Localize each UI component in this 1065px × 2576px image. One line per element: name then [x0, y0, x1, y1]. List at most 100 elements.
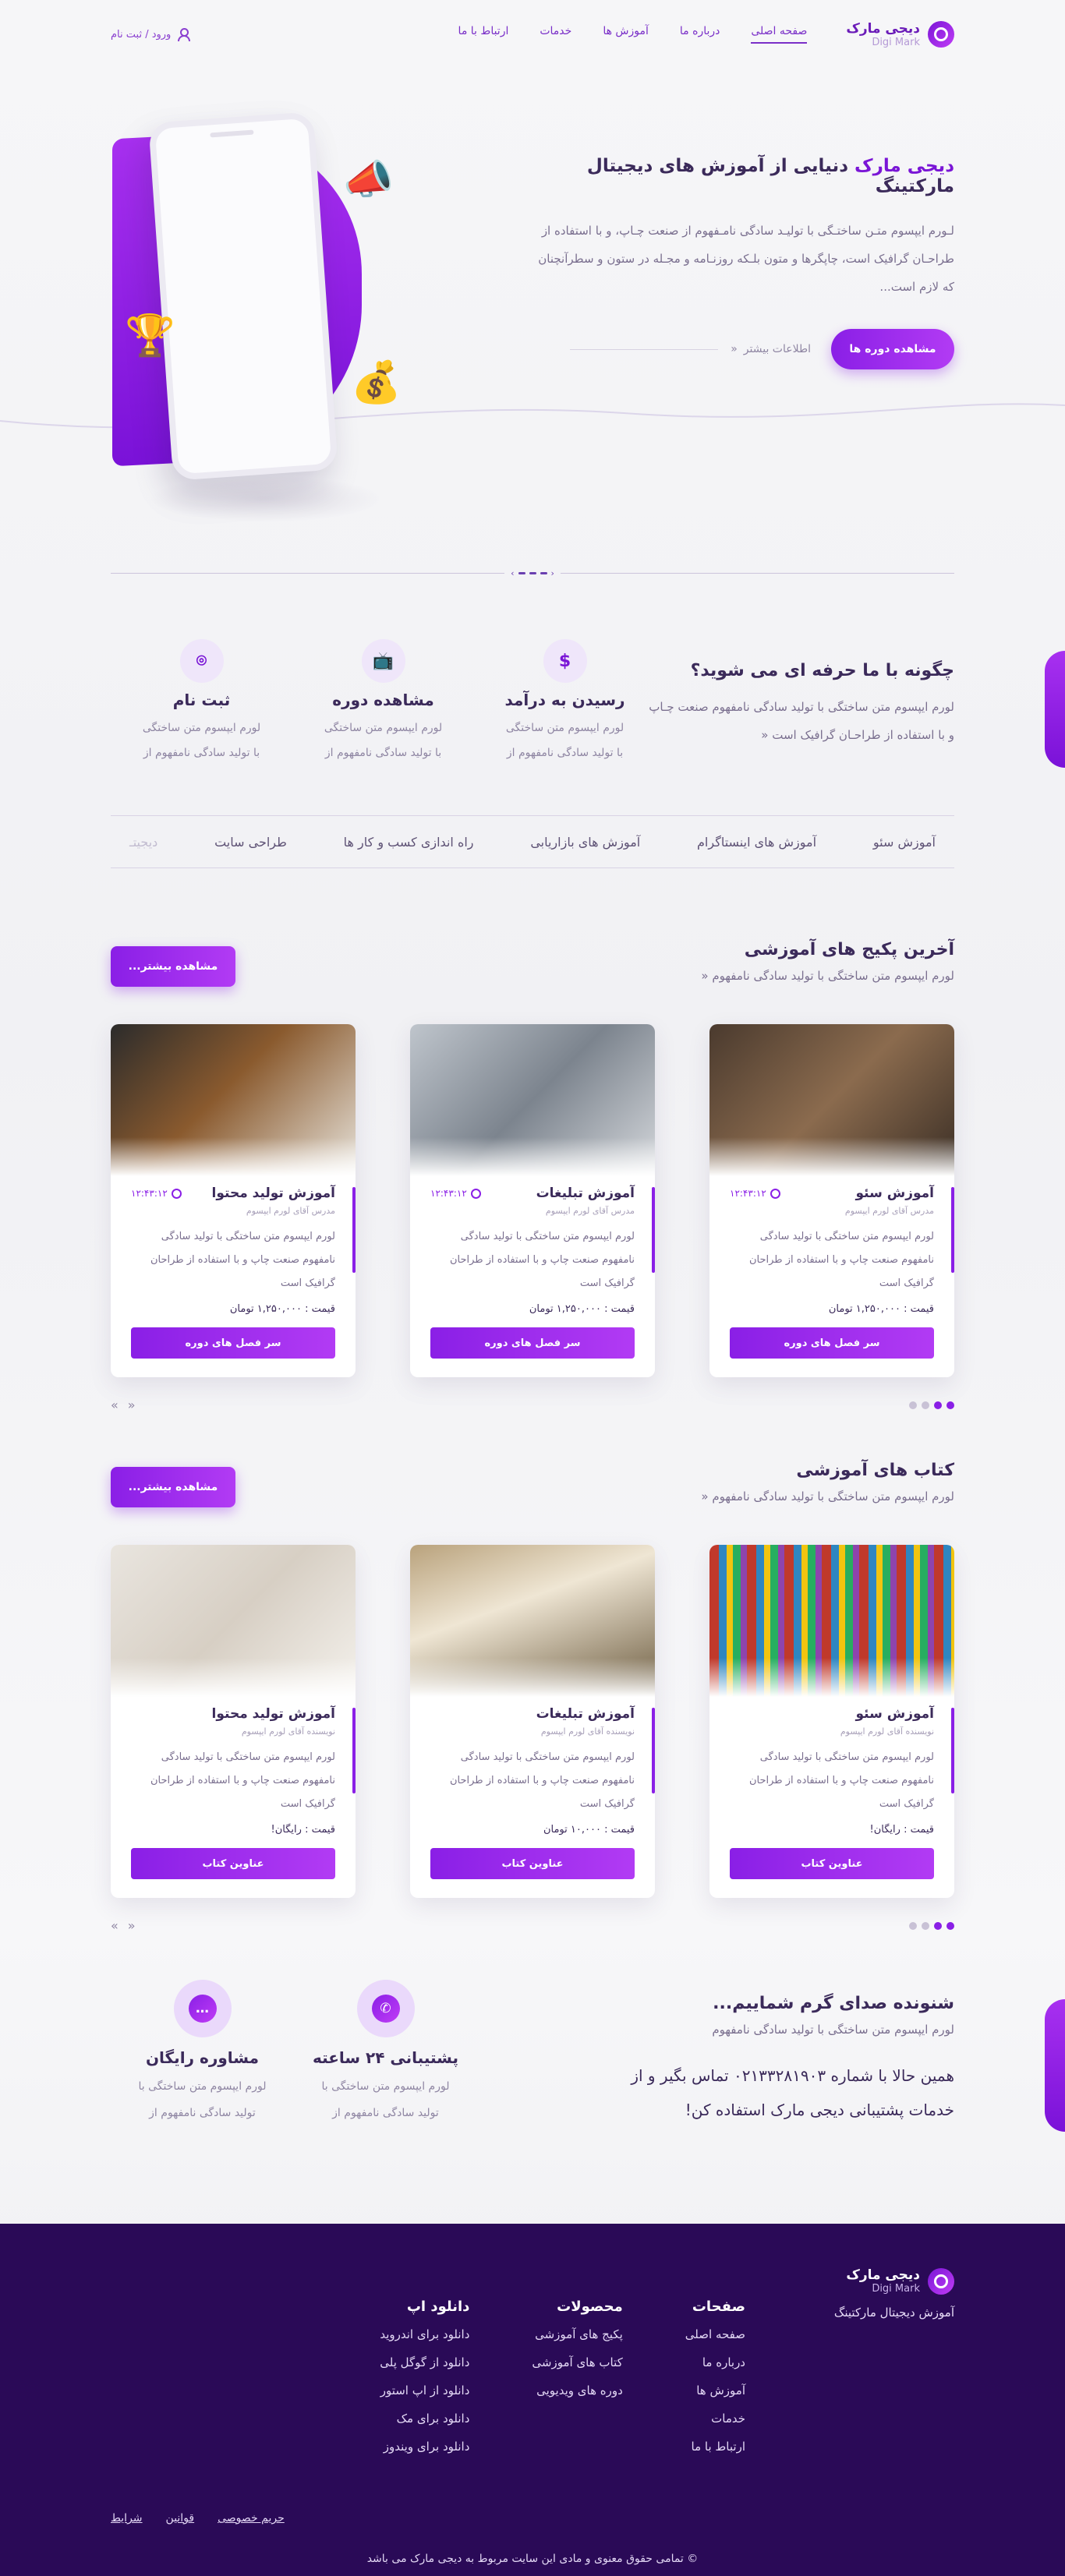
- footer-col-pages: صفحات صفحه اصلی درباره ما آموزش ها خدمات…: [685, 2299, 745, 2468]
- side-decor: [1045, 651, 1065, 768]
- tab-digital[interactable]: دیجیتـ: [129, 835, 157, 850]
- step-desc: لورم ایپسوم متن ساختگی با تولید سادگی نام…: [324, 722, 443, 759]
- footer-link[interactable]: دانلود برای مک: [380, 2412, 470, 2426]
- privacy-link[interactable]: حریم خصوصی: [218, 2512, 285, 2525]
- hero-title: دیجی مارک دنیایی از آموزش های دیجیتال ما…: [533, 156, 954, 196]
- card-description: لورم ایپسوم متن ساختگی با تولید سادگی نا…: [449, 1751, 635, 1810]
- card-time: ۱۲:۴۳:۱۲: [430, 1188, 481, 1199]
- nav-contact[interactable]: ارتباط با ما: [458, 25, 509, 44]
- item-desc: لورم ایپسوم متن ساختگی با تولید سادگی نام…: [321, 2080, 450, 2119]
- footer-link[interactable]: دانلود برای ویندوز: [380, 2440, 470, 2454]
- footer-link[interactable]: پکیج های آموزشی: [532, 2327, 623, 2341]
- footer-link[interactable]: دوره های ویدیویی: [532, 2383, 623, 2398]
- card-price: قیمت : ۱,۲۵۰,۰۰۰ تومان: [529, 1303, 635, 1315]
- footer-logo[interactable]: دیجی مارک Digi Mark: [834, 2267, 954, 2295]
- package-card[interactable]: آموزش تبلیغات ۱۲:۴۳:۱۲ مدرس آقای لورم ای…: [410, 1024, 655, 1377]
- terms-link[interactable]: شرایط: [111, 2512, 143, 2525]
- book-image: [111, 1545, 356, 1697]
- syllabus-button[interactable]: سر فصل های دوره: [430, 1327, 635, 1359]
- card-title: آموزش تولید محتوا: [211, 1706, 335, 1722]
- section-divider: ‹ ›: [111, 567, 954, 578]
- book-titles-button[interactable]: عناوین کتاب: [131, 1848, 335, 1879]
- col-title: صفحات: [692, 2299, 745, 2315]
- user-icon: [177, 28, 191, 41]
- book-titles-button[interactable]: عناوین کتاب: [430, 1848, 635, 1879]
- card-price: قیمت : رایگان!: [271, 1824, 335, 1836]
- support-title: شنونده صدای گرم شماییم...: [713, 1994, 954, 2013]
- card-author: نویسنده آقای لورم ایپسوم: [840, 1726, 934, 1737]
- book-card[interactable]: آموزش سئو نویسنده آقای لورم ایپسوم لورم …: [709, 1545, 954, 1898]
- card-title: آموزش تبلیغات: [536, 1706, 635, 1722]
- footer-tagline: آموزش دیجیتال مارکتینگ: [833, 2306, 954, 2320]
- packages-subtitle: لورم ایپسوم متن ساختگی با تولید سادگی نا…: [701, 969, 954, 983]
- package-card[interactable]: آموزش تولید محتوا ۱۲:۴۳:۱۲ مدرس آقای لور…: [111, 1024, 356, 1377]
- support-section: شنونده صدای گرم شماییم... لورم ایپسوم مت…: [111, 1972, 954, 2128]
- login-link[interactable]: ورود / ثبت نام: [111, 28, 191, 41]
- card-author: نویسنده آقای لورم ایپسوم: [241, 1726, 335, 1737]
- how-section: چگونه با ما حرفه ای می شوید؟ لورم ایپسوم…: [111, 639, 954, 779]
- book-card[interactable]: آموزش تبلیغات نویسنده آقای لورم ایپسوم ل…: [410, 1545, 655, 1898]
- footer-link[interactable]: ارتباط با ما: [685, 2440, 745, 2454]
- books-list: آموزش سئو نویسنده آقای لورم ایپسوم لورم …: [111, 1545, 954, 1933]
- card-description: لورم ایپسوم متن ساختگی با تولید سادگی نا…: [748, 1751, 934, 1810]
- pager-dots[interactable]: [909, 1401, 954, 1409]
- card-author: نویسنده آقای لورم ایپسوم: [540, 1726, 635, 1737]
- card-description: لورم ایپسوم متن ساختگی با تولید سادگی نا…: [748, 1231, 934, 1289]
- more-info-link[interactable]: اطلاعات بیشتر «: [570, 343, 811, 355]
- step-title: ثبت نام: [172, 691, 231, 709]
- logo-icon: [928, 2267, 954, 2295]
- footer-link[interactable]: درباره ما: [685, 2355, 745, 2369]
- books-more-button[interactable]: مشاهده بیشتر...: [111, 1467, 235, 1507]
- double-chevron-left-icon: «: [701, 1489, 709, 1504]
- book-card[interactable]: آموزش تولید محتوا نویسنده آقای لورم ایپس…: [111, 1545, 356, 1898]
- pager-arrows[interactable]: «»: [111, 1918, 145, 1933]
- nav-home[interactable]: صفحه اصلی: [751, 25, 808, 44]
- tv-icon: 📺: [361, 639, 405, 683]
- pager-dots[interactable]: [909, 1921, 954, 1930]
- more-info-label: اطلاعات بیشتر: [743, 343, 811, 355]
- nav-about[interactable]: درباره ما: [680, 25, 720, 44]
- package-card[interactable]: آموزش سئو ۱۲:۴۳:۱۲ مدرس آقای لورم ایپسوم…: [709, 1024, 954, 1377]
- tab-marketing[interactable]: آموزش های بازاریابی: [530, 835, 640, 850]
- footer-link[interactable]: دانلود از اپ استور: [380, 2383, 470, 2398]
- syllabus-button[interactable]: سر فصل های دوره: [730, 1327, 934, 1359]
- logo[interactable]: دیجی مارک Digi Mark: [846, 21, 954, 48]
- footer-link[interactable]: خدمات: [685, 2412, 745, 2426]
- support-callout: همین حالا با شماره ۰۲۱۳۳۲۸۱۹۰۳ تماس بگیر…: [631, 2066, 954, 2119]
- logo-icon: [928, 21, 954, 48]
- step-title: مشاهده دوره: [332, 691, 434, 709]
- item-title: مشاوره رایگان: [145, 2048, 260, 2067]
- nav-courses[interactable]: آموزش ها: [603, 25, 649, 44]
- tab-web-design[interactable]: طراحی سایت: [214, 835, 287, 850]
- footer-link[interactable]: صفحه اصلی: [685, 2327, 745, 2341]
- main-nav: صفحه اصلی درباره ما آموزش ها خدمات ارتبا…: [458, 25, 808, 44]
- book-titles-button[interactable]: عناوین کتاب: [730, 1848, 934, 1879]
- copyright: © تمامی حقوق معنوی و مادی این سایت مربوط…: [366, 2553, 699, 2565]
- syllabus-button[interactable]: سر فصل های دوره: [131, 1327, 335, 1359]
- pager-arrows[interactable]: «»: [111, 1398, 145, 1412]
- brand-name-fa: دیجی مارک: [846, 2267, 920, 2283]
- footer-link[interactable]: دانلود برای اندروید: [380, 2327, 469, 2341]
- free-consult-item: … مشاوره رایگان لورم ایپسوم متن ساختگی ب…: [111, 1980, 294, 2126]
- card-description: لورم ایپسوم متن ساختگی با تولید سادگی نا…: [449, 1231, 635, 1289]
- footer-link[interactable]: آموزش ها: [685, 2383, 745, 2398]
- book-image: [410, 1545, 655, 1697]
- view-courses-button[interactable]: مشاهده دوره ها: [831, 329, 954, 369]
- step-register: ⌾ ثبت نام لورم ایپسوم متن ساختگی با تولید…: [111, 639, 292, 765]
- clock-icon: [171, 1188, 182, 1199]
- tab-instagram[interactable]: آموزش های اینستاگرام: [697, 835, 816, 850]
- item-title: پشتیبانی ۲۴ ساعته: [312, 2048, 459, 2067]
- hero-text: دیجی مارک دنیایی از آموزش های دیجیتال ما…: [533, 156, 954, 369]
- footer-link[interactable]: کتاب های آموزشی: [532, 2355, 622, 2369]
- hero-description: لـورم ایپسوم متـن ساختـگی با تولیـد سادگ…: [538, 224, 954, 294]
- tab-seo[interactable]: آموزش سئو: [873, 835, 936, 850]
- login-label: ورود / ثبت نام: [111, 28, 172, 41]
- tab-business[interactable]: راه اندازی کسب و کار ها: [344, 835, 474, 850]
- rules-link[interactable]: قوانین: [166, 2512, 195, 2525]
- package-image: [709, 1024, 954, 1176]
- col-title: دانلود اپ: [406, 2299, 470, 2315]
- packages-more-button[interactable]: مشاهده بیشتر...: [111, 946, 235, 987]
- nav-services[interactable]: خدمات: [540, 25, 571, 44]
- footer-link[interactable]: دانلود از گوگل پلی: [380, 2355, 469, 2369]
- coin-safe-icon: 💰: [351, 359, 402, 406]
